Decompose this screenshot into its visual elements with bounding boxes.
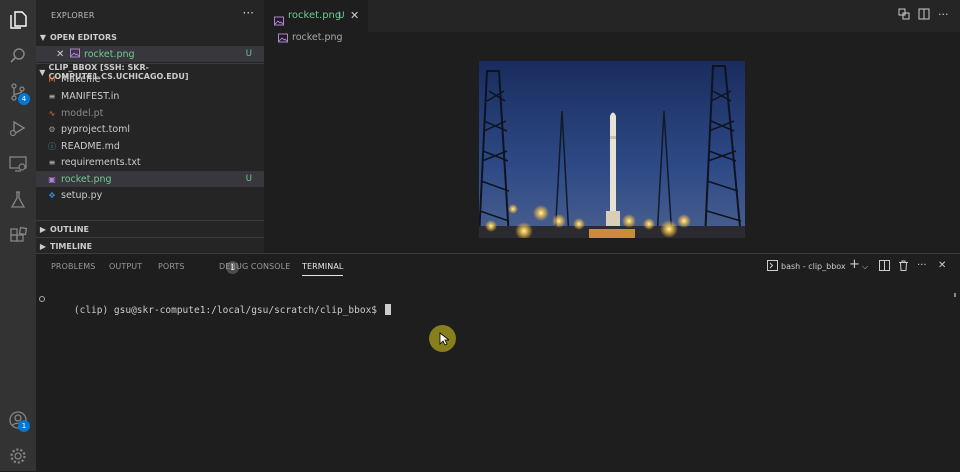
terminal-prompt: (clip) gsu@skr-compute1:/local/gsu/scrat…	[73, 305, 383, 316]
activity-bar: 4 1	[0, 0, 36, 471]
outline-section[interactable]: ▶ OUTLINE	[36, 220, 264, 237]
file-name: MANIFEST.in	[61, 91, 120, 102]
python-icon: ✥	[48, 191, 56, 200]
open-editors-section[interactable]: ▼ OPEN EDITORS	[36, 29, 264, 45]
split-editor-icon[interactable]	[918, 8, 930, 23]
lines-icon: ≡	[48, 92, 56, 101]
file-item[interactable]: ≡ MANIFEST.in	[36, 89, 264, 105]
tab-status: U	[338, 11, 345, 21]
file-name: model.pt	[61, 107, 104, 119]
terminal-scrollbar[interactable]	[954, 293, 956, 297]
open-editor-name: rocket.png	[84, 48, 135, 60]
file-name: rocket.png	[61, 173, 112, 185]
sidebar-more-button[interactable]: ···	[243, 6, 254, 20]
open-editor-status: U	[245, 49, 252, 59]
open-editors-label: OPEN EDITORS	[50, 32, 117, 42]
testing-icon[interactable]	[6, 188, 30, 212]
file-name: requirements.txt	[61, 157, 141, 168]
terminal-cursor	[384, 304, 391, 315]
extensions-icon[interactable]	[6, 224, 30, 248]
terminal-output[interactable]: (clip) gsu@skr-compute1:/local/gsu/scrat…	[39, 293, 391, 327]
info-icon: ⓘ	[48, 141, 56, 151]
file-item[interactable]: ≡ requirements.txt	[36, 155, 264, 171]
rocket-image	[479, 61, 745, 238]
tab-close-icon[interactable]: ✕	[350, 9, 359, 22]
timeline-section[interactable]: ▶ TIMELINE	[36, 237, 264, 254]
tab-ports[interactable]: PORTS	[158, 262, 185, 271]
explorer-sidebar: EXPLORER ··· ▼ OPEN EDITORS ✕ rocket.png…	[36, 0, 264, 253]
file-name: setup.py	[61, 190, 103, 201]
makefile-icon: M	[48, 74, 56, 84]
chevron-right-icon: ▶	[39, 224, 47, 234]
mouse-pointer-icon	[439, 331, 451, 350]
source-control-icon[interactable]: 4	[6, 80, 30, 105]
tab-rocket-png[interactable]: rocket.png U ✕	[264, 0, 368, 33]
terminal-name[interactable]: bash - clip_bbox	[781, 262, 846, 271]
file-name: README.md	[61, 140, 120, 152]
remote-explorer-icon[interactable]	[6, 152, 30, 176]
file-name: pyproject.toml	[61, 124, 131, 135]
image-icon	[278, 33, 288, 46]
bottom-panel: PROBLEMS OUTPUT PORTS 1 DEBUG CONSOLE TE…	[36, 253, 960, 472]
command-decoration-icon	[39, 296, 45, 302]
accounts-badge: 1	[18, 420, 30, 432]
file-item[interactable]: ▣ rocket.png U	[36, 171, 264, 187]
open-editor-item[interactable]: ✕ rocket.png U	[36, 46, 264, 62]
lines-icon: ≡	[48, 158, 56, 167]
tab-output[interactable]: OUTPUT	[109, 262, 142, 271]
search-icon[interactable]	[6, 44, 30, 68]
tab-debug-console[interactable]: DEBUG CONSOLE	[219, 262, 290, 271]
file-item[interactable]: ∿ model.pt	[36, 105, 264, 121]
image-icon	[274, 11, 284, 30]
close-panel-icon[interactable]: ✕	[938, 260, 946, 271]
sidebar-title: EXPLORER	[51, 11, 95, 20]
editor-tab-bar: rocket.png U ✕ ···	[264, 0, 960, 33]
git-status: U	[245, 174, 252, 184]
close-editor-icon[interactable]: ✕	[56, 49, 64, 60]
file-item[interactable]: M Makefile	[36, 73, 264, 85]
breadcrumb-item[interactable]: rocket.png	[292, 32, 343, 43]
gear-icon: ⚙	[48, 125, 56, 134]
file-item[interactable]: ⚙ pyproject.toml	[36, 122, 264, 138]
trash-icon[interactable]	[898, 260, 909, 274]
split-terminal-icon[interactable]	[879, 260, 890, 274]
terminal-icon	[767, 260, 778, 274]
outline-label: OUTLINE	[50, 224, 89, 234]
rss-icon: ∿	[48, 108, 56, 118]
tab-terminal[interactable]: TERMINAL	[302, 262, 344, 276]
run-debug-icon[interactable]	[6, 116, 30, 140]
more-actions-icon[interactable]: ···	[938, 8, 949, 21]
manage-gear-icon[interactable]	[6, 444, 30, 468]
image-icon	[70, 48, 80, 61]
tab-label: rocket.png	[288, 10, 342, 21]
accounts-icon[interactable]: 1	[6, 408, 30, 432]
chevron-down-icon[interactable]: ⌵	[862, 262, 868, 272]
tab-problems[interactable]: PROBLEMS	[51, 262, 95, 271]
breadcrumb: rocket.png	[264, 32, 960, 46]
file-name: Makefile	[61, 73, 101, 85]
file-item[interactable]: ✥ setup.py	[36, 188, 264, 204]
explorer-icon[interactable]	[6, 8, 30, 32]
chevron-down-icon: ▼	[39, 32, 47, 42]
file-item[interactable]: ⓘ README.md	[36, 138, 264, 154]
new-terminal-icon[interactable]: +	[849, 257, 860, 272]
chevron-right-icon: ▶	[39, 241, 47, 251]
scm-badge: 4	[18, 93, 30, 105]
image-icon: ▣	[48, 174, 56, 184]
timeline-label: TIMELINE	[50, 241, 93, 251]
more-actions-icon[interactable]: ···	[917, 260, 927, 271]
compare-changes-icon[interactable]	[898, 8, 910, 23]
